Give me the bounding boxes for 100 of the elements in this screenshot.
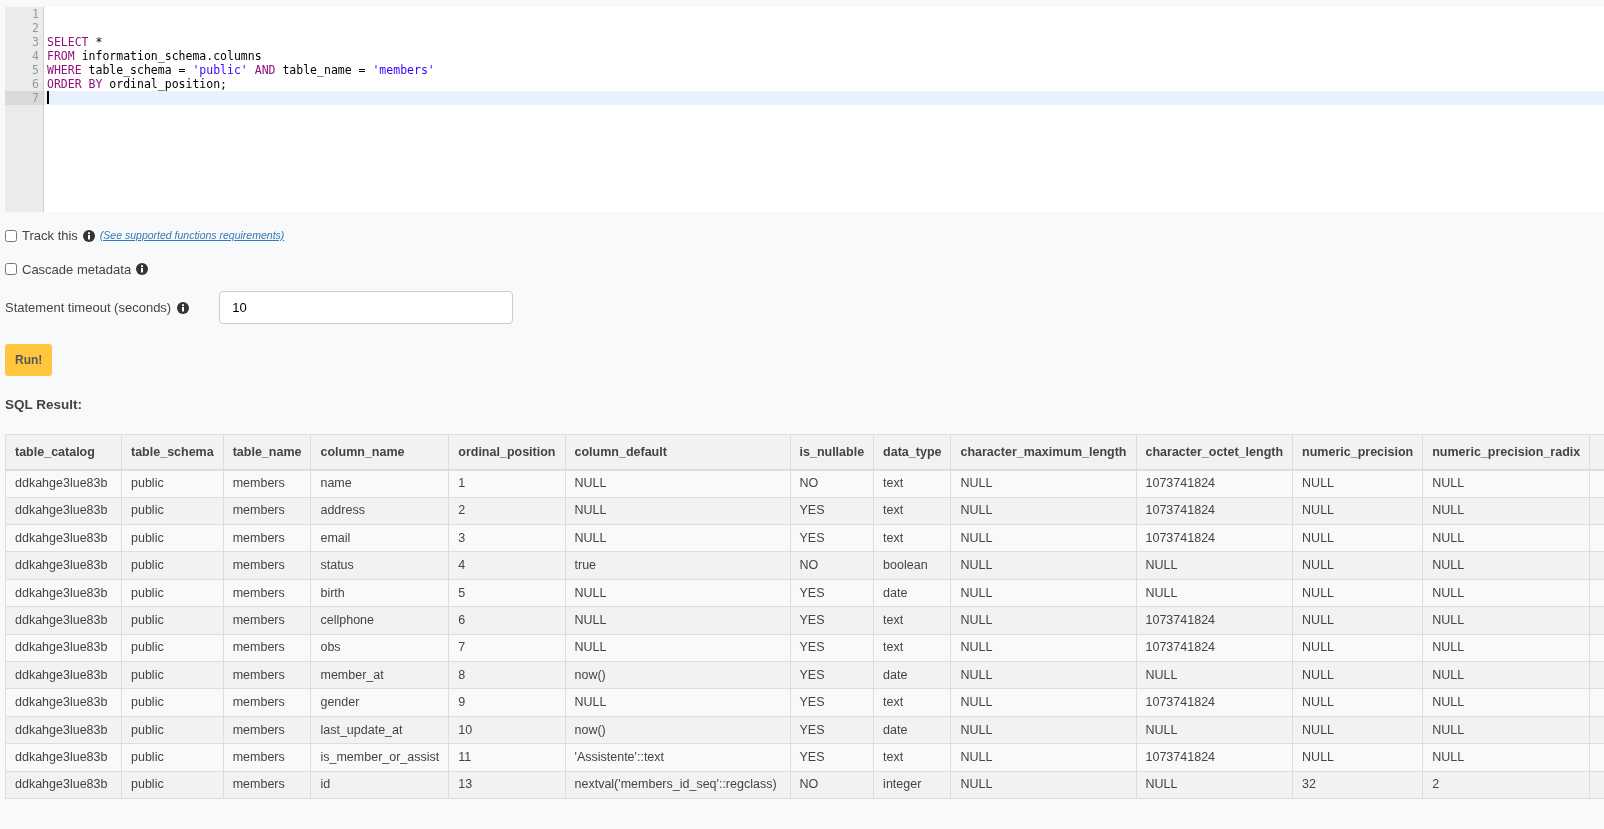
column-header[interactable]: table_name — [223, 434, 311, 470]
column-header[interactable]: column_name — [310, 434, 449, 470]
table-cell: NULL — [1422, 524, 1590, 552]
table-cell: NULL — [1422, 743, 1590, 772]
table-cell: 1073741824 — [1136, 688, 1293, 717]
table-cell: 7 — [448, 634, 565, 662]
table-cell: public — [121, 524, 224, 552]
table-cell: public — [121, 606, 224, 635]
column-header[interactable]: character_maximum_length — [950, 434, 1136, 470]
table-cell: NULL — [1292, 634, 1423, 662]
table-cell: last_update_at — [310, 716, 449, 744]
code-line: ORDER BY ordinal_position; — [47, 77, 227, 91]
table-cell: 13 — [448, 771, 565, 799]
table-cell: NULL — [950, 579, 1136, 607]
table-cell: NULL — [950, 634, 1136, 662]
table-cell: 1073741824 — [1136, 743, 1293, 772]
table-cell: NULL — [565, 634, 790, 662]
table-cell: NULL — [950, 661, 1136, 689]
checkbox-label: Track this — [22, 227, 78, 245]
column-header[interactable]: data_type — [873, 434, 951, 470]
table-cell: 'Assistente'::text — [565, 743, 790, 772]
code-editor[interactable]: 1 2 3 4 5 6 7 SELECT * FROM information_schema.columns WHERE table_schema = 'public' AND table_name = 'members' ORDER BY ordinal_position; — [5, 7, 1604, 212]
result-title: SQL Result: — [5, 396, 83, 414]
table-cell: 1073741824 — [1136, 469, 1293, 498]
timeout-field[interactable]: 10 — [219, 291, 514, 324]
code-line: FROM information_schema.columns — [47, 49, 262, 63]
column-header[interactable]: table_schema — [121, 434, 224, 470]
column-header[interactable]: table_catalog — [5, 434, 122, 470]
table-cell: members — [223, 743, 311, 772]
table-cell: members — [223, 524, 311, 552]
table-cell: NULL — [1422, 716, 1590, 744]
table-cell: address — [310, 497, 449, 525]
table-cell: public — [121, 579, 224, 607]
table-cell: NULL — [1292, 551, 1423, 580]
table-cell: text — [873, 634, 951, 662]
table-cell: members — [223, 661, 311, 689]
table-cell: 5 — [448, 579, 565, 607]
table-cell: ddkahge3lue83b — [5, 688, 122, 717]
table-cell: YES — [790, 524, 874, 552]
table-cell: ddkahge3lue83b — [5, 606, 122, 635]
column-header[interactable]: numeric_precision — [1292, 434, 1423, 470]
line-number: 4 — [31, 49, 40, 63]
table-cell: NULL — [950, 743, 1136, 772]
table-cell: members — [223, 497, 311, 525]
table-cell: now() — [565, 716, 790, 744]
table-cell: NO — [790, 551, 874, 580]
column-header[interactable]: numeric_precision_radix — [1422, 434, 1590, 470]
table-cell: NULL — [1422, 688, 1590, 717]
table-cell: text — [873, 743, 951, 772]
table-cell: NULL — [1136, 716, 1293, 744]
table-cell: ddkahge3lue83b — [5, 771, 122, 799]
line-number: 1 — [31, 7, 40, 21]
table-cell: text — [873, 688, 951, 717]
table-cell: NULL — [1422, 661, 1590, 689]
table-cell: NULL — [950, 606, 1136, 635]
requirements-link[interactable]: (See supported functions requirements) — [99, 227, 285, 244]
column-header[interactable]: is_nullable — [790, 434, 874, 470]
table-cell: YES — [790, 579, 874, 607]
table-cell: NULL — [565, 688, 790, 717]
table-cell: members — [223, 688, 311, 717]
table-cell: NULL — [950, 497, 1136, 525]
table-cell: NULL — [1136, 771, 1293, 799]
table-cell: public — [121, 634, 224, 662]
info-icon[interactable] — [177, 301, 190, 314]
table-cell: NULL — [1422, 497, 1590, 525]
table-cell: obs — [310, 634, 449, 662]
table-cell: ddkahge3lue83b — [5, 579, 122, 607]
column-header[interactable]: character_octet_length — [1136, 434, 1293, 470]
table-cell: YES — [790, 743, 874, 772]
table-cell: nextval('members_id_seq'::regclass) — [565, 771, 790, 799]
table-cell: 8 — [448, 661, 565, 689]
table-cell: public — [121, 743, 224, 772]
table-cell: NULL — [1292, 469, 1423, 498]
table-cell: members — [223, 551, 311, 580]
table-cell: date — [873, 579, 951, 607]
checkbox[interactable] — [5, 229, 17, 242]
line-number: 3 — [31, 35, 40, 49]
checkbox[interactable] — [5, 263, 17, 276]
table-cell: ddkahge3lue83b — [5, 634, 122, 662]
table-cell: status — [310, 551, 449, 580]
table-cell: birth — [310, 579, 449, 607]
table-cell: ddkahge3lue83b — [5, 661, 122, 689]
table-cell: 32 — [1292, 771, 1423, 799]
table-cell: NULL — [1136, 551, 1293, 580]
table-cell: YES — [790, 688, 874, 717]
info-icon[interactable] — [82, 229, 95, 242]
column-header[interactable]: column_default — [565, 434, 790, 470]
table-cell: NULL — [1292, 688, 1423, 717]
table-cell: ddkahge3lue83b — [5, 469, 122, 498]
table-cell: NULL — [950, 688, 1136, 717]
info-icon[interactable] — [136, 263, 149, 276]
table-cell: text — [873, 606, 951, 635]
table-cell: name — [310, 469, 449, 498]
table-cell: NULL — [1422, 634, 1590, 662]
table-cell: integer — [873, 771, 951, 799]
line-number: 5 — [31, 63, 40, 77]
run-button[interactable]: Run! — [5, 344, 53, 376]
table-cell: 4 — [448, 551, 565, 580]
column-header[interactable]: ordinal_position — [448, 434, 565, 470]
table-cell: cellphone — [310, 606, 449, 635]
